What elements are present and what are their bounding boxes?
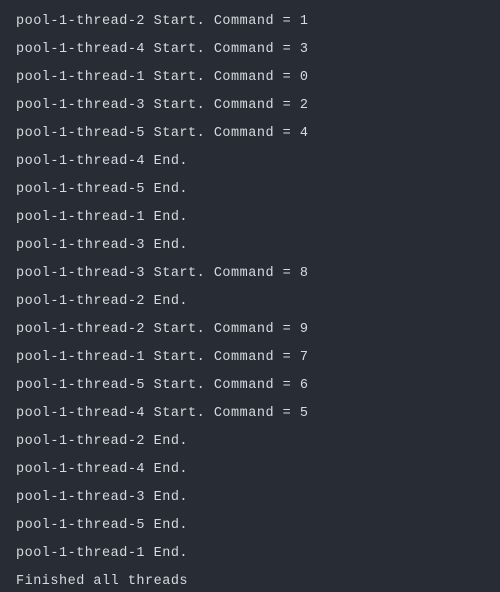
log-line: pool-1-thread-1 End.: [16, 204, 500, 232]
log-line: pool-1-thread-3 Start. Command = 2: [16, 92, 500, 120]
log-line: pool-1-thread-4 End.: [16, 148, 500, 176]
log-line: pool-1-thread-1 End.: [16, 540, 500, 568]
log-line: Finished all threads: [16, 568, 500, 592]
log-line: pool-1-thread-5 End.: [16, 512, 500, 540]
log-line: pool-1-thread-5 Start. Command = 4: [16, 120, 500, 148]
terminal-output: pool-1-thread-2 Start. Command = 1 pool-…: [0, 0, 500, 592]
log-line: pool-1-thread-3 End.: [16, 232, 500, 260]
log-line: pool-1-thread-1 Start. Command = 7: [16, 344, 500, 372]
log-line: pool-1-thread-4 End.: [16, 456, 500, 484]
log-line: pool-1-thread-4 Start. Command = 3: [16, 36, 500, 64]
log-line: pool-1-thread-5 Start. Command = 6: [16, 372, 500, 400]
log-line: pool-1-thread-2 Start. Command = 1: [16, 8, 500, 36]
log-line: pool-1-thread-2 Start. Command = 9: [16, 316, 500, 344]
log-line: pool-1-thread-4 Start. Command = 5: [16, 400, 500, 428]
log-line: pool-1-thread-3 End.: [16, 484, 500, 512]
log-line: pool-1-thread-1 Start. Command = 0: [16, 64, 500, 92]
log-line: pool-1-thread-5 End.: [16, 176, 500, 204]
log-line: pool-1-thread-3 Start. Command = 8: [16, 260, 500, 288]
log-line: pool-1-thread-2 End.: [16, 428, 500, 456]
log-line: pool-1-thread-2 End.: [16, 288, 500, 316]
